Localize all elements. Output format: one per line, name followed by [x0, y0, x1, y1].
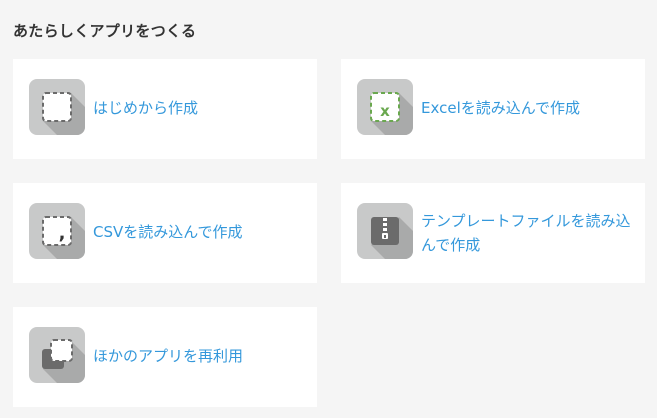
- import-template-option[interactable]: テンプレートファイルを読み込んで作成: [341, 183, 645, 283]
- import-excel-option[interactable]: x Excelを読み込んで作成: [341, 59, 645, 159]
- blank-page-icon: [29, 79, 85, 135]
- import-template-label[interactable]: テンプレートファイルを読み込んで作成: [421, 209, 631, 257]
- reuse-app-label[interactable]: ほかのアプリを再利用: [93, 344, 303, 368]
- svg-text:x: x: [380, 102, 390, 120]
- reuse-app-icon: [29, 327, 85, 383]
- csv-file-icon: ,: [29, 203, 85, 259]
- create-from-scratch-label[interactable]: はじめから作成: [93, 96, 303, 120]
- import-csv-label[interactable]: CSVを読み込んで作成: [93, 220, 303, 244]
- page-title: あたらしくアプリをつくる: [13, 22, 197, 40]
- svg-text:,: ,: [59, 223, 66, 244]
- create-from-scratch-option[interactable]: はじめから作成: [13, 59, 317, 159]
- zip-template-icon: [357, 203, 413, 259]
- reuse-app-option[interactable]: ほかのアプリを再利用: [13, 307, 317, 407]
- excel-file-icon: x: [357, 79, 413, 135]
- import-excel-label[interactable]: Excelを読み込んで作成: [421, 96, 631, 120]
- import-csv-option[interactable]: , CSVを読み込んで作成: [13, 183, 317, 283]
